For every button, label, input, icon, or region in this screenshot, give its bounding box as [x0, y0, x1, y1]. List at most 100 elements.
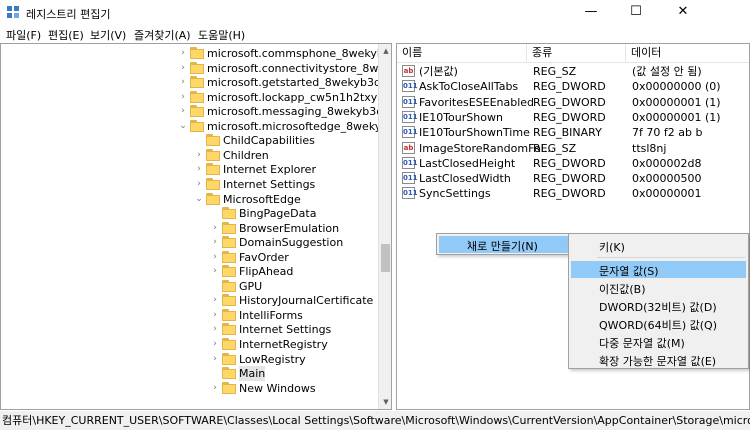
- maximize-button[interactable]: ☐: [613, 0, 659, 25]
- tree-item[interactable]: › DomainSuggestion: [1, 235, 377, 250]
- tree-item[interactable]: GPU: [1, 279, 377, 294]
- submenu-item[interactable]: 다중 문자열 값(M): [571, 333, 746, 350]
- column-header-name[interactable]: 이름: [397, 44, 527, 62]
- string-value-icon: ab: [402, 65, 415, 77]
- expand-chevron-icon[interactable]: ›: [210, 221, 220, 236]
- value-row[interactable]: 011 FavoritesESEEnabled REG_DWORD 0x0000000…: [397, 95, 749, 110]
- tree-item-label: microsoft.commsphone_8wekyb3d8bbwe: [207, 47, 391, 60]
- expand-chevron-icon[interactable]: ›: [178, 90, 188, 105]
- value-row[interactable]: 011 IE10TourShown REG_DWORD 0x00000001 (1): [397, 110, 749, 125]
- tree-item[interactable]: › IntelliForms: [1, 308, 377, 323]
- expand-chevron-icon[interactable]: ›: [210, 308, 220, 323]
- scroll-down-arrow-icon[interactable]: ▼: [379, 395, 391, 409]
- tree-item[interactable]: › Children: [1, 148, 377, 163]
- expand-chevron-icon[interactable]: ›: [210, 322, 220, 337]
- expand-chevron-icon[interactable]: ›: [210, 264, 220, 279]
- value-row[interactable]: 011 LastClosedHeight REG_DWORD 0x000002d8: [397, 156, 749, 171]
- menu-edit[interactable]: 편집(E): [48, 27, 84, 43]
- tree-item[interactable]: › BrowserEmulation: [1, 221, 377, 236]
- tree-item[interactable]: ChildCapabilities: [1, 133, 377, 148]
- context-item-new[interactable]: 새로 만들기(N) ›: [439, 236, 573, 253]
- value-type: REG_DWORD: [533, 110, 606, 124]
- value-row[interactable]: 011 LastClosedWidth REG_DWORD 0x00000500: [397, 171, 749, 186]
- expand-chevron-icon[interactable]: ›: [178, 75, 188, 90]
- menu-favorites[interactable]: 즐겨찾기(A): [134, 27, 191, 43]
- expand-chevron-icon[interactable]: ›: [178, 46, 188, 61]
- expand-chevron-icon[interactable]: ›: [210, 381, 220, 396]
- expand-chevron-icon[interactable]: ›: [210, 250, 220, 265]
- folder-icon: [206, 134, 220, 147]
- scrollbar-thumb[interactable]: [381, 244, 390, 272]
- tree-item-label: IntelliForms: [239, 308, 303, 322]
- tree-item[interactable]: › microsoft.getstarted_8wekyb3d8bbwe: [1, 75, 391, 90]
- tree-item-label: FlipAhead: [239, 265, 294, 279]
- expand-chevron-icon[interactable]: ›: [178, 104, 188, 119]
- key-tree-pane[interactable]: › microsoft.commsphone_8wekyb3d8bbwe › micr…: [0, 43, 392, 410]
- tree-item[interactable]: ⌄ microsoft.microsoftedge_8wekyb3d8bbwe: [1, 119, 391, 134]
- value-row[interactable]: 011 AskToCloseAllTabs REG_DWORD 0x00000000 …: [397, 79, 749, 94]
- tree-item[interactable]: › Internet Explorer: [1, 162, 377, 177]
- submenu-item[interactable]: 문자열 값(S): [571, 261, 746, 278]
- submenu-item[interactable]: 키(K): [571, 237, 746, 254]
- tree-item[interactable]: › New Windows: [1, 381, 377, 396]
- tree-item[interactable]: › microsoft.commsphone_8wekyb3d8bbwe: [1, 46, 391, 61]
- folder-icon: [222, 323, 236, 336]
- value-row[interactable]: ab ImageStoreRandomFol... REG_SZ ttsl8nj: [397, 141, 749, 156]
- column-header-type[interactable]: 종류: [527, 44, 626, 62]
- tree-item[interactable]: › microsoft.messaging_8wekyb3d8bbwe: [1, 104, 391, 119]
- submenu-item[interactable]: 이진값(B): [571, 279, 746, 296]
- expand-chevron-icon[interactable]: ›: [194, 162, 204, 177]
- tree-item[interactable]: › Internet Settings: [1, 177, 377, 192]
- value-data: 0x00000001: [632, 187, 702, 201]
- value-row[interactable]: 011 IE10TourShownTime REG_BINARY 7f 70 f2 a…: [397, 125, 749, 140]
- menu-file[interactable]: 파일(F): [6, 27, 41, 43]
- tree-item[interactable]: Main: [1, 366, 377, 382]
- tree-item[interactable]: › HistoryJournalCertificate: [1, 293, 377, 308]
- close-button[interactable]: ✕: [660, 0, 706, 25]
- value-name: AskToCloseAllTabs: [419, 80, 519, 94]
- tree-item[interactable]: › microsoft.connectivitystore_8wekyb3d8bb…: [1, 61, 391, 76]
- expand-chevron-icon[interactable]: ›: [210, 293, 220, 308]
- tree-item[interactable]: › Internet Settings: [1, 322, 377, 337]
- column-header-data[interactable]: 데이터: [626, 44, 749, 62]
- folder-icon: [222, 294, 236, 307]
- value-type: REG_DWORD: [533, 156, 606, 170]
- submenu-item-label: 다중 문자열 값(M): [599, 337, 685, 350]
- collapse-chevron-icon[interactable]: ⌄: [178, 119, 188, 134]
- submenu-item[interactable]: DWORD(32비트) 값(D): [571, 297, 746, 314]
- menu-view[interactable]: 보기(V): [90, 27, 126, 43]
- expand-chevron-icon[interactable]: ›: [194, 177, 204, 192]
- tree-item[interactable]: › microsoft.lockapp_cw5n1h2txyewy: [1, 90, 391, 105]
- tree-item-label: microsoft.messaging_8wekyb3d8bbwe: [207, 105, 391, 119]
- expand-chevron-icon[interactable]: ›: [210, 352, 220, 367]
- tree-item[interactable]: ⌄ MicrosoftEdge: [1, 192, 377, 207]
- expand-chevron-icon[interactable]: ›: [194, 148, 204, 163]
- binary-value-icon: 011: [402, 126, 418, 139]
- tree-item[interactable]: › LowRegistry: [1, 352, 377, 367]
- scroll-up-arrow-icon[interactable]: ▲: [379, 44, 391, 58]
- value-data: 0x000002d8: [632, 156, 702, 170]
- minimize-button[interactable]: —: [568, 0, 614, 25]
- tree-item[interactable]: BingPageData: [1, 206, 377, 221]
- binary-value-icon: 011: [402, 156, 418, 169]
- tree-item[interactable]: › FlipAhead: [1, 264, 377, 279]
- submenu-item[interactable]: 확장 가능한 문자열 값(E): [571, 351, 746, 368]
- tree-item-label: ChildCapabilities: [223, 134, 315, 148]
- tree-item[interactable]: › InternetRegistry: [1, 337, 377, 352]
- expand-chevron-icon[interactable]: ›: [178, 61, 188, 76]
- collapse-chevron-icon[interactable]: ⌄: [194, 192, 204, 207]
- folder-icon: [222, 207, 236, 220]
- expand-chevron-icon[interactable]: ›: [210, 337, 220, 352]
- value-row[interactable]: 011 SyncSettings REG_DWORD 0x00000001: [397, 186, 749, 201]
- expand-chevron-icon[interactable]: ›: [210, 235, 220, 250]
- header-divider: [397, 62, 749, 63]
- tree-item[interactable]: › FavOrder: [1, 250, 377, 265]
- value-type: REG_DWORD: [533, 95, 606, 109]
- tree-scrollbar[interactable]: ▲ ▼: [378, 44, 391, 409]
- tree-item-label: Internet Settings: [223, 177, 316, 191]
- value-row[interactable]: ab (기본값) REG_SZ (값 설정 안 됨): [397, 64, 749, 79]
- submenu-item[interactable]: QWORD(64비트) 값(Q): [571, 315, 746, 332]
- menu-help[interactable]: 도움말(H): [198, 27, 245, 43]
- tree-item-label: microsoft.getstarted_8wekyb3d8bbwe: [207, 76, 391, 90]
- folder-icon: [206, 177, 220, 190]
